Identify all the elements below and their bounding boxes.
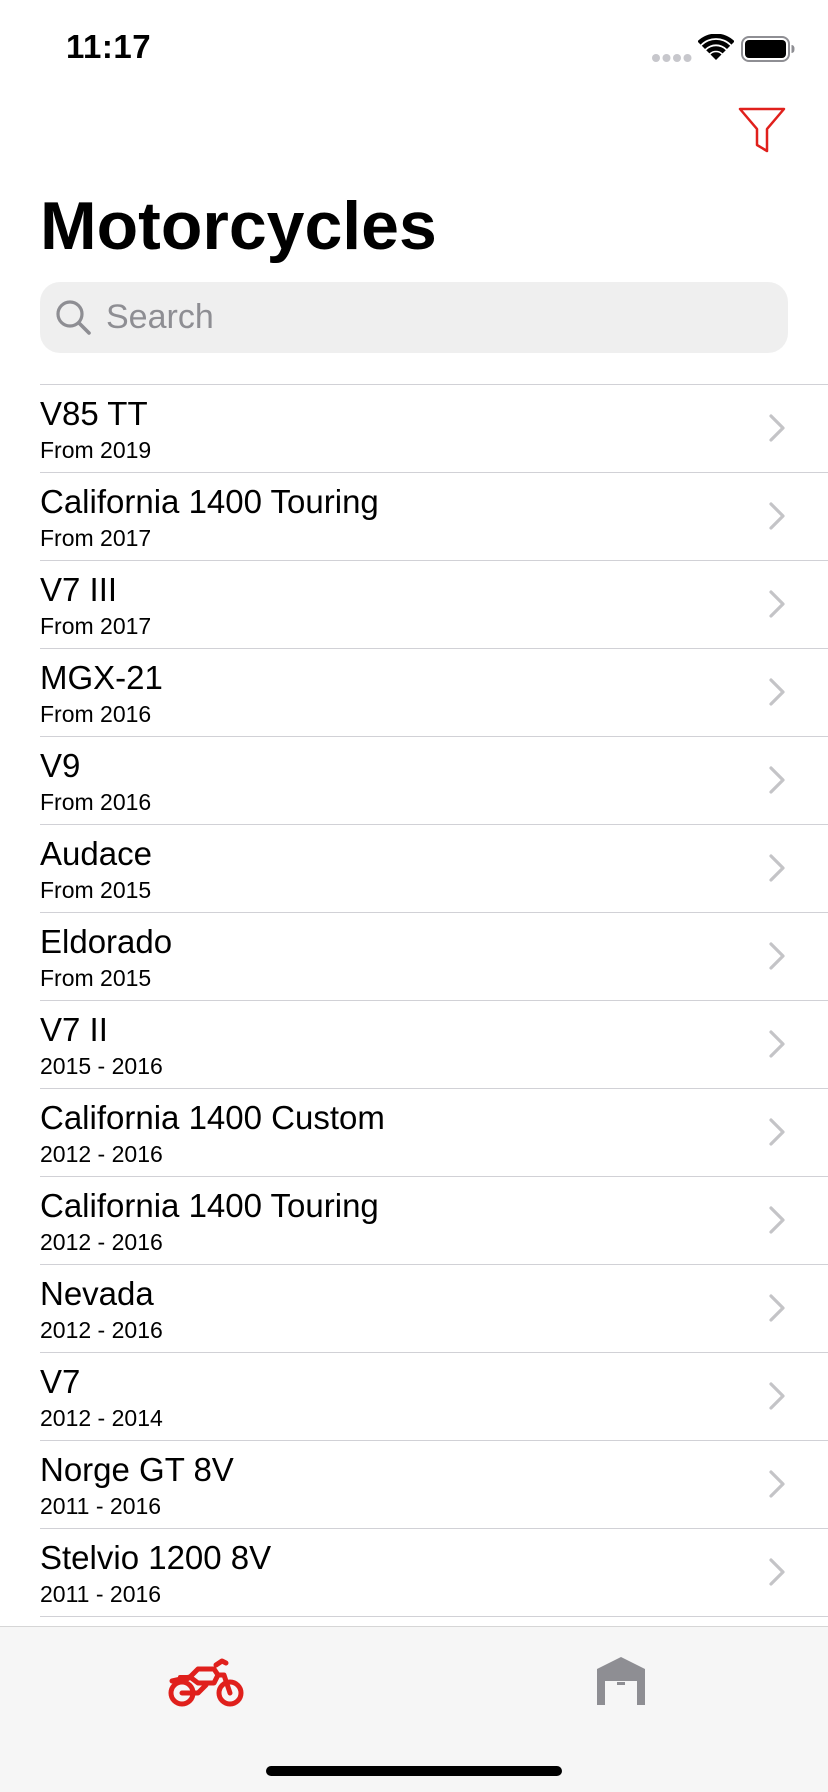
list-item[interactable]: V7 II 2015 - 2016 — [0, 1000, 828, 1088]
motorcycle-name: V7 II — [40, 1011, 108, 1048]
motorcycle-years: 2015 - 2016 — [40, 1053, 163, 1079]
motorcycle-name: Audace — [40, 835, 152, 872]
chevron-right-icon — [769, 766, 785, 794]
chevron-right-icon — [769, 1294, 785, 1322]
motorcycle-name: California 1400 Touring — [40, 1187, 379, 1224]
status-bar: 11:17 — [0, 0, 828, 96]
motorcycle-name: MGX-21 — [40, 659, 163, 696]
chevron-right-icon — [769, 1558, 785, 1586]
tab-garage[interactable] — [571, 1651, 671, 1711]
tab-motorcycles[interactable] — [156, 1651, 256, 1711]
filter-button[interactable] — [734, 102, 790, 158]
list-separator — [40, 1616, 828, 1617]
motorcycle-icon — [168, 1658, 244, 1707]
list-item[interactable]: California 1400 Custom 2012 - 2016 — [0, 1088, 828, 1176]
chevron-right-icon — [769, 1118, 785, 1146]
motorcycle-name: Stelvio 1200 8V — [40, 1539, 272, 1576]
list-item[interactable]: Stelvio 1200 8V 2011 - 2016 — [0, 1528, 828, 1616]
chevron-right-icon — [769, 942, 785, 970]
motorcycle-list: V85 TT From 2019 California 1400 Touring Fr… — [0, 384, 828, 1617]
battery-icon — [741, 36, 795, 62]
motorcycle-years: From 2015 — [40, 965, 152, 991]
search-icon — [56, 299, 91, 335]
motorcycle-name: Nevada — [40, 1275, 154, 1312]
list-item[interactable]: V9 From 2016 — [0, 736, 828, 824]
motorcycle-name: V85 TT — [40, 395, 148, 432]
chevron-right-icon — [769, 1206, 785, 1234]
list-item[interactable]: Eldorado From 2015 — [0, 912, 828, 1000]
motorcycle-name: California 1400 Touring — [40, 483, 379, 520]
motorcycle-years: From 2016 — [40, 701, 152, 727]
search-input[interactable] — [106, 298, 746, 337]
motorcycle-name: Norge GT 8V — [40, 1451, 234, 1488]
list-item[interactable]: Nevada 2012 - 2016 — [0, 1264, 828, 1352]
list-item[interactable]: California 1400 Touring From 2017 — [0, 472, 828, 560]
motorcycle-name: California 1400 Custom — [40, 1099, 385, 1136]
chevron-right-icon — [769, 1382, 785, 1410]
chevron-right-icon — [769, 1470, 785, 1498]
motorcycle-years: From 2017 — [40, 525, 152, 551]
motorcycle-years: From 2015 — [40, 877, 152, 903]
screen: 11:17 Motorcycles Search V85 TT From 201… — [0, 0, 828, 1792]
wifi-icon — [698, 34, 734, 60]
chevron-right-icon — [769, 590, 785, 618]
chevron-right-icon — [769, 414, 785, 442]
list-item[interactable]: V7 2012 - 2014 — [0, 1352, 828, 1440]
motorcycle-years: 2011 - 2016 — [40, 1493, 162, 1519]
home-indicator — [266, 1766, 562, 1776]
list-item[interactable]: V85 TT From 2019 — [0, 384, 828, 472]
motorcycle-years: From 2019 — [40, 437, 152, 463]
chevron-right-icon — [769, 678, 785, 706]
search-bar[interactable] — [40, 282, 788, 353]
motorcycle-years: 2012 - 2016 — [40, 1229, 163, 1255]
chevron-right-icon — [769, 1030, 785, 1058]
motorcycle-years: From 2017 — [40, 613, 152, 639]
chevron-right-icon — [769, 502, 785, 530]
cellular-signal-icon — [652, 54, 692, 62]
motorcycle-years: 2012 - 2016 — [40, 1141, 163, 1167]
list-item[interactable]: V7 III From 2017 — [0, 560, 828, 648]
list-item[interactable]: California 1400 Touring 2012 - 2016 — [0, 1176, 828, 1264]
garage-icon — [597, 1657, 645, 1705]
motorcycle-years: From 2016 — [40, 789, 152, 815]
list-item[interactable]: Audace From 2015 — [0, 824, 828, 912]
motorcycle-name: V7 III — [40, 571, 118, 608]
chevron-right-icon — [769, 854, 785, 882]
motorcycle-name: V9 — [40, 747, 81, 784]
list-item[interactable]: Norge GT 8V 2011 - 2016 — [0, 1440, 828, 1528]
status-time: 11:17 — [66, 28, 152, 65]
page-title: Motorcycles — [40, 188, 437, 264]
funnel-icon — [738, 107, 786, 153]
list-item[interactable]: MGX-21 From 2016 — [0, 648, 828, 736]
motorcycle-name: Eldorado — [40, 923, 173, 960]
motorcycle-years: 2012 - 2014 — [40, 1405, 163, 1431]
motorcycle-name: V7 — [40, 1363, 81, 1400]
motorcycle-years: 2012 - 2016 — [40, 1317, 163, 1343]
motorcycle-years: 2011 - 2016 — [40, 1581, 162, 1607]
